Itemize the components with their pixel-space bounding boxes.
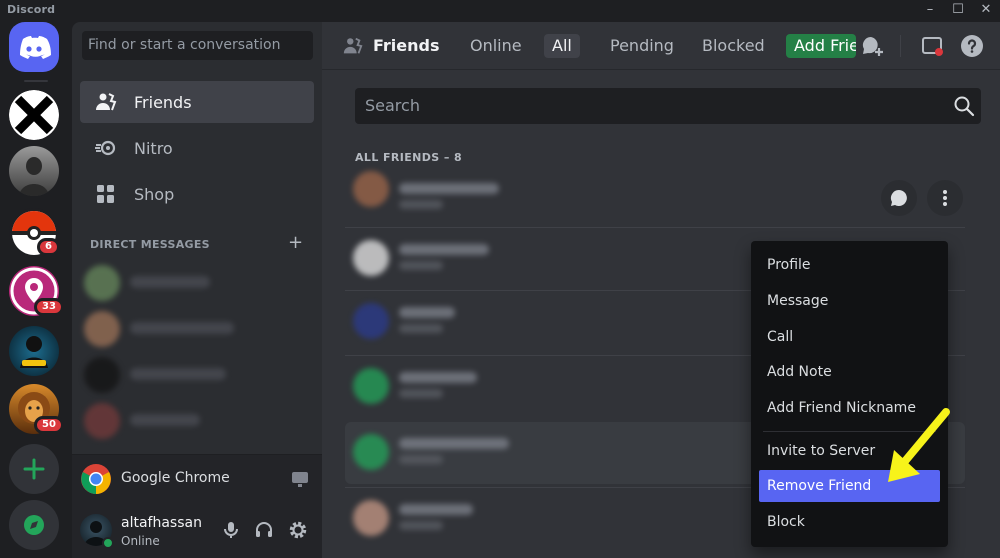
search-icon [954, 96, 975, 117]
menu-add-note[interactable]: Add Note [759, 356, 940, 388]
find-conversation-button[interactable]: Find or start a conversation [82, 31, 313, 60]
app-title: Discord [7, 3, 56, 16]
menu-block[interactable]: Block [759, 506, 940, 538]
friend-info-blurred [353, 171, 523, 223]
page-title: Friends [373, 36, 440, 55]
friends-search-input[interactable]: Search [355, 88, 981, 124]
close-window-button[interactable]: ✕ [972, 0, 1000, 22]
friend-info-blurred [353, 428, 523, 478]
chrome-icon [81, 464, 111, 494]
unread-badge: 6 [37, 238, 60, 256]
friends-search-placeholder: Search [365, 96, 420, 115]
message-button[interactable] [881, 180, 917, 216]
tab-blocked[interactable]: Blocked [694, 34, 773, 58]
beast-logo-icon [20, 336, 48, 368]
dm-sidebar: Find or start a conversation Friends Nit… [72, 22, 322, 558]
dm-item[interactable] [84, 354, 310, 396]
friend-info-blurred [353, 362, 523, 412]
nav-nitro[interactable]: Nitro [80, 127, 314, 169]
friends-count-header: ALL FRIENDS – 8 [355, 151, 463, 164]
compass-icon [24, 515, 44, 535]
chat-bubble-icon [890, 189, 907, 206]
online-status-dot [102, 537, 114, 549]
unread-badge: 50 [34, 416, 64, 434]
friends-top-bar: Friends Online All Pending Blocked Add F… [322, 22, 1000, 70]
tab-pending[interactable]: Pending [602, 34, 682, 58]
shop-icon [97, 185, 114, 203]
menu-message[interactable]: Message [759, 285, 940, 317]
friend-info-blurred [353, 494, 523, 544]
direct-messages-header: DIRECT MESSAGES [90, 238, 210, 251]
title-bar: Discord – ☐ ✕ [0, 0, 1000, 22]
friends-icon [343, 37, 363, 54]
discord-logo-icon [20, 36, 51, 59]
server-x[interactable] [9, 90, 59, 140]
tab-add-friend[interactable]: Add Friend [786, 34, 856, 58]
friend-context-menu: Profile Message Call Add Note Add Friend… [751, 241, 948, 547]
more-vertical-icon [943, 190, 947, 206]
stream-icon[interactable] [290, 469, 310, 489]
server-game[interactable] [9, 146, 59, 196]
dm-item[interactable] [84, 262, 310, 304]
new-group-dm-icon[interactable] [860, 34, 884, 58]
explore-servers-button[interactable] [9, 500, 59, 550]
annotation-arrow-icon [888, 408, 950, 482]
minimize-button[interactable]: – [916, 0, 944, 22]
soldier-icon [19, 157, 49, 196]
friend-info-blurred [353, 297, 523, 347]
settings-gear-icon[interactable] [288, 520, 308, 540]
toolbar-divider [900, 35, 901, 57]
unread-badge: 33 [34, 298, 64, 316]
menu-profile[interactable]: Profile [759, 249, 940, 281]
friend-info-blurred [353, 234, 523, 284]
server-beast[interactable] [9, 326, 59, 376]
friend-row[interactable] [345, 167, 965, 229]
more-options-button[interactable] [927, 180, 963, 216]
nav-shop[interactable]: Shop [80, 173, 314, 215]
help-icon[interactable] [960, 34, 984, 58]
discord-app: Discord – ☐ ✕ 6 33 50 Find or start a co… [0, 0, 1000, 558]
activity-panel[interactable]: Google Chrome [72, 454, 322, 502]
nav-nitro-label: Nitro [134, 138, 173, 158]
user-panel: altafhassan Online [72, 502, 322, 558]
tab-all[interactable]: All [544, 34, 580, 58]
menu-call[interactable]: Call [759, 321, 940, 353]
username: altafhassan [121, 515, 202, 531]
home-button[interactable] [9, 22, 59, 72]
inbox-icon[interactable] [920, 34, 944, 58]
nitro-icon [95, 140, 116, 156]
create-dm-button[interactable]: + [288, 232, 303, 253]
friends-icon [96, 93, 117, 111]
nav-shop-label: Shop [134, 184, 175, 204]
tab-online[interactable]: Online [462, 34, 530, 58]
dm-item[interactable] [84, 400, 310, 442]
microphone-icon[interactable] [221, 520, 241, 540]
user-status: Online [121, 534, 160, 548]
x-logo-icon [9, 90, 59, 140]
maximize-button[interactable]: ☐ [944, 0, 972, 22]
rail-separator [24, 80, 48, 82]
dm-item[interactable] [84, 308, 310, 350]
headphones-icon[interactable] [254, 520, 274, 540]
plus-icon [23, 458, 45, 480]
activity-app-name: Google Chrome [121, 470, 230, 486]
add-server-button[interactable] [9, 444, 59, 494]
server-rail: 6 33 50 [0, 22, 72, 558]
nav-friends[interactable]: Friends [80, 81, 314, 123]
nav-friends-label: Friends [134, 92, 192, 112]
